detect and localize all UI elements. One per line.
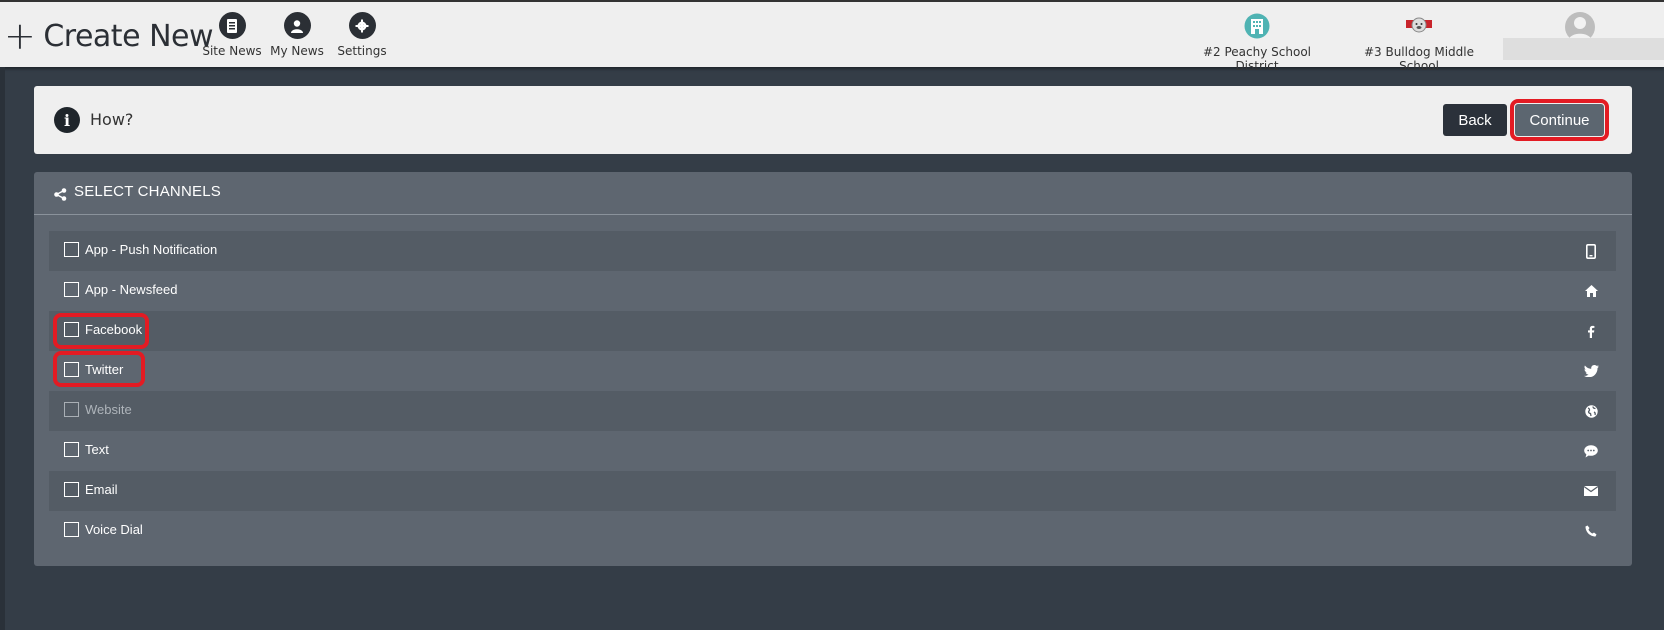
nav-label: Site News: [202, 44, 262, 58]
channel-label: Website: [85, 402, 132, 417]
channel-label: Email: [85, 482, 118, 497]
top-header: + Create New Site News My News Settings …: [0, 0, 1664, 73]
channel-row-text[interactable]: Text: [49, 431, 1616, 471]
checkbox[interactable]: [64, 322, 79, 337]
document-icon: [218, 12, 246, 39]
how-label: How?: [90, 110, 134, 129]
checkbox[interactable]: [64, 442, 79, 457]
left-stripe: [0, 67, 5, 630]
school-bulldog-middle[interactable]: #3 Bulldog Middle School: [1343, 12, 1495, 73]
checkbox[interactable]: [64, 482, 79, 497]
home-icon: [1583, 283, 1599, 299]
channel-row-facebook[interactable]: Facebook: [49, 311, 1616, 351]
globe-icon: [1583, 403, 1599, 419]
nav-label: Settings: [337, 44, 387, 58]
twitter-icon: [1583, 363, 1599, 379]
share-icon: [54, 186, 67, 205]
channels-panel: SELECT CHANNELS App - Push Notification …: [34, 172, 1632, 566]
how-panel: i How? Back Continue: [34, 86, 1632, 154]
mobile-icon: [1583, 243, 1599, 259]
channel-row-twitter[interactable]: Twitter: [49, 351, 1616, 391]
checkbox[interactable]: [64, 362, 79, 377]
create-new-button[interactable]: + Create New: [4, 16, 213, 56]
channel-row-newsfeed[interactable]: App - Newsfeed: [49, 271, 1616, 311]
district-logo-icon: [1243, 12, 1271, 40]
create-new-label: Create New: [43, 18, 213, 54]
channel-label: App - Newsfeed: [85, 282, 178, 297]
back-button[interactable]: Back: [1443, 104, 1507, 136]
continue-button[interactable]: Continue: [1515, 104, 1604, 136]
facebook-icon: [1583, 323, 1599, 339]
channels-title: SELECT CHANNELS: [74, 183, 221, 200]
school-peachy-district[interactable]: #2 Peachy School District: [1181, 12, 1333, 73]
bulldog-logo-icon: [1405, 12, 1433, 40]
checkbox[interactable]: [64, 242, 79, 257]
user-name-bar: [1503, 38, 1664, 60]
nav-my-news[interactable]: My News: [262, 12, 332, 58]
phone-icon: [1583, 523, 1599, 539]
checkbox: [64, 402, 79, 417]
channel-row-email[interactable]: Email: [49, 471, 1616, 511]
channel-label: Text: [85, 442, 109, 457]
channel-label: Facebook: [85, 322, 143, 337]
plus-icon: +: [4, 14, 36, 58]
channels-header: SELECT CHANNELS: [34, 172, 1632, 215]
channel-row-website: Website: [49, 391, 1616, 431]
envelope-icon: [1583, 483, 1599, 499]
school-label: #3 Bulldog Middle School: [1363, 45, 1475, 73]
channel-row-push[interactable]: App - Push Notification: [49, 231, 1616, 271]
user-icon: [283, 12, 311, 39]
channel-label: Voice Dial: [85, 522, 143, 537]
checkbox[interactable]: [64, 522, 79, 537]
nav-settings[interactable]: Settings: [327, 12, 397, 58]
checkbox[interactable]: [64, 282, 79, 297]
channel-label: Twitter: [85, 362, 124, 377]
school-label: #2 Peachy School District: [1202, 45, 1311, 73]
info-icon: i: [54, 107, 80, 133]
nav-site-news[interactable]: Site News: [197, 12, 267, 58]
channel-label: App - Push Notification: [85, 242, 218, 257]
nav-label: My News: [270, 44, 324, 58]
user-menu[interactable]: [1503, 10, 1664, 68]
gear-icon: [348, 12, 376, 39]
channel-row-voice-dial[interactable]: Voice Dial: [49, 511, 1616, 551]
chat-icon: [1583, 443, 1599, 459]
